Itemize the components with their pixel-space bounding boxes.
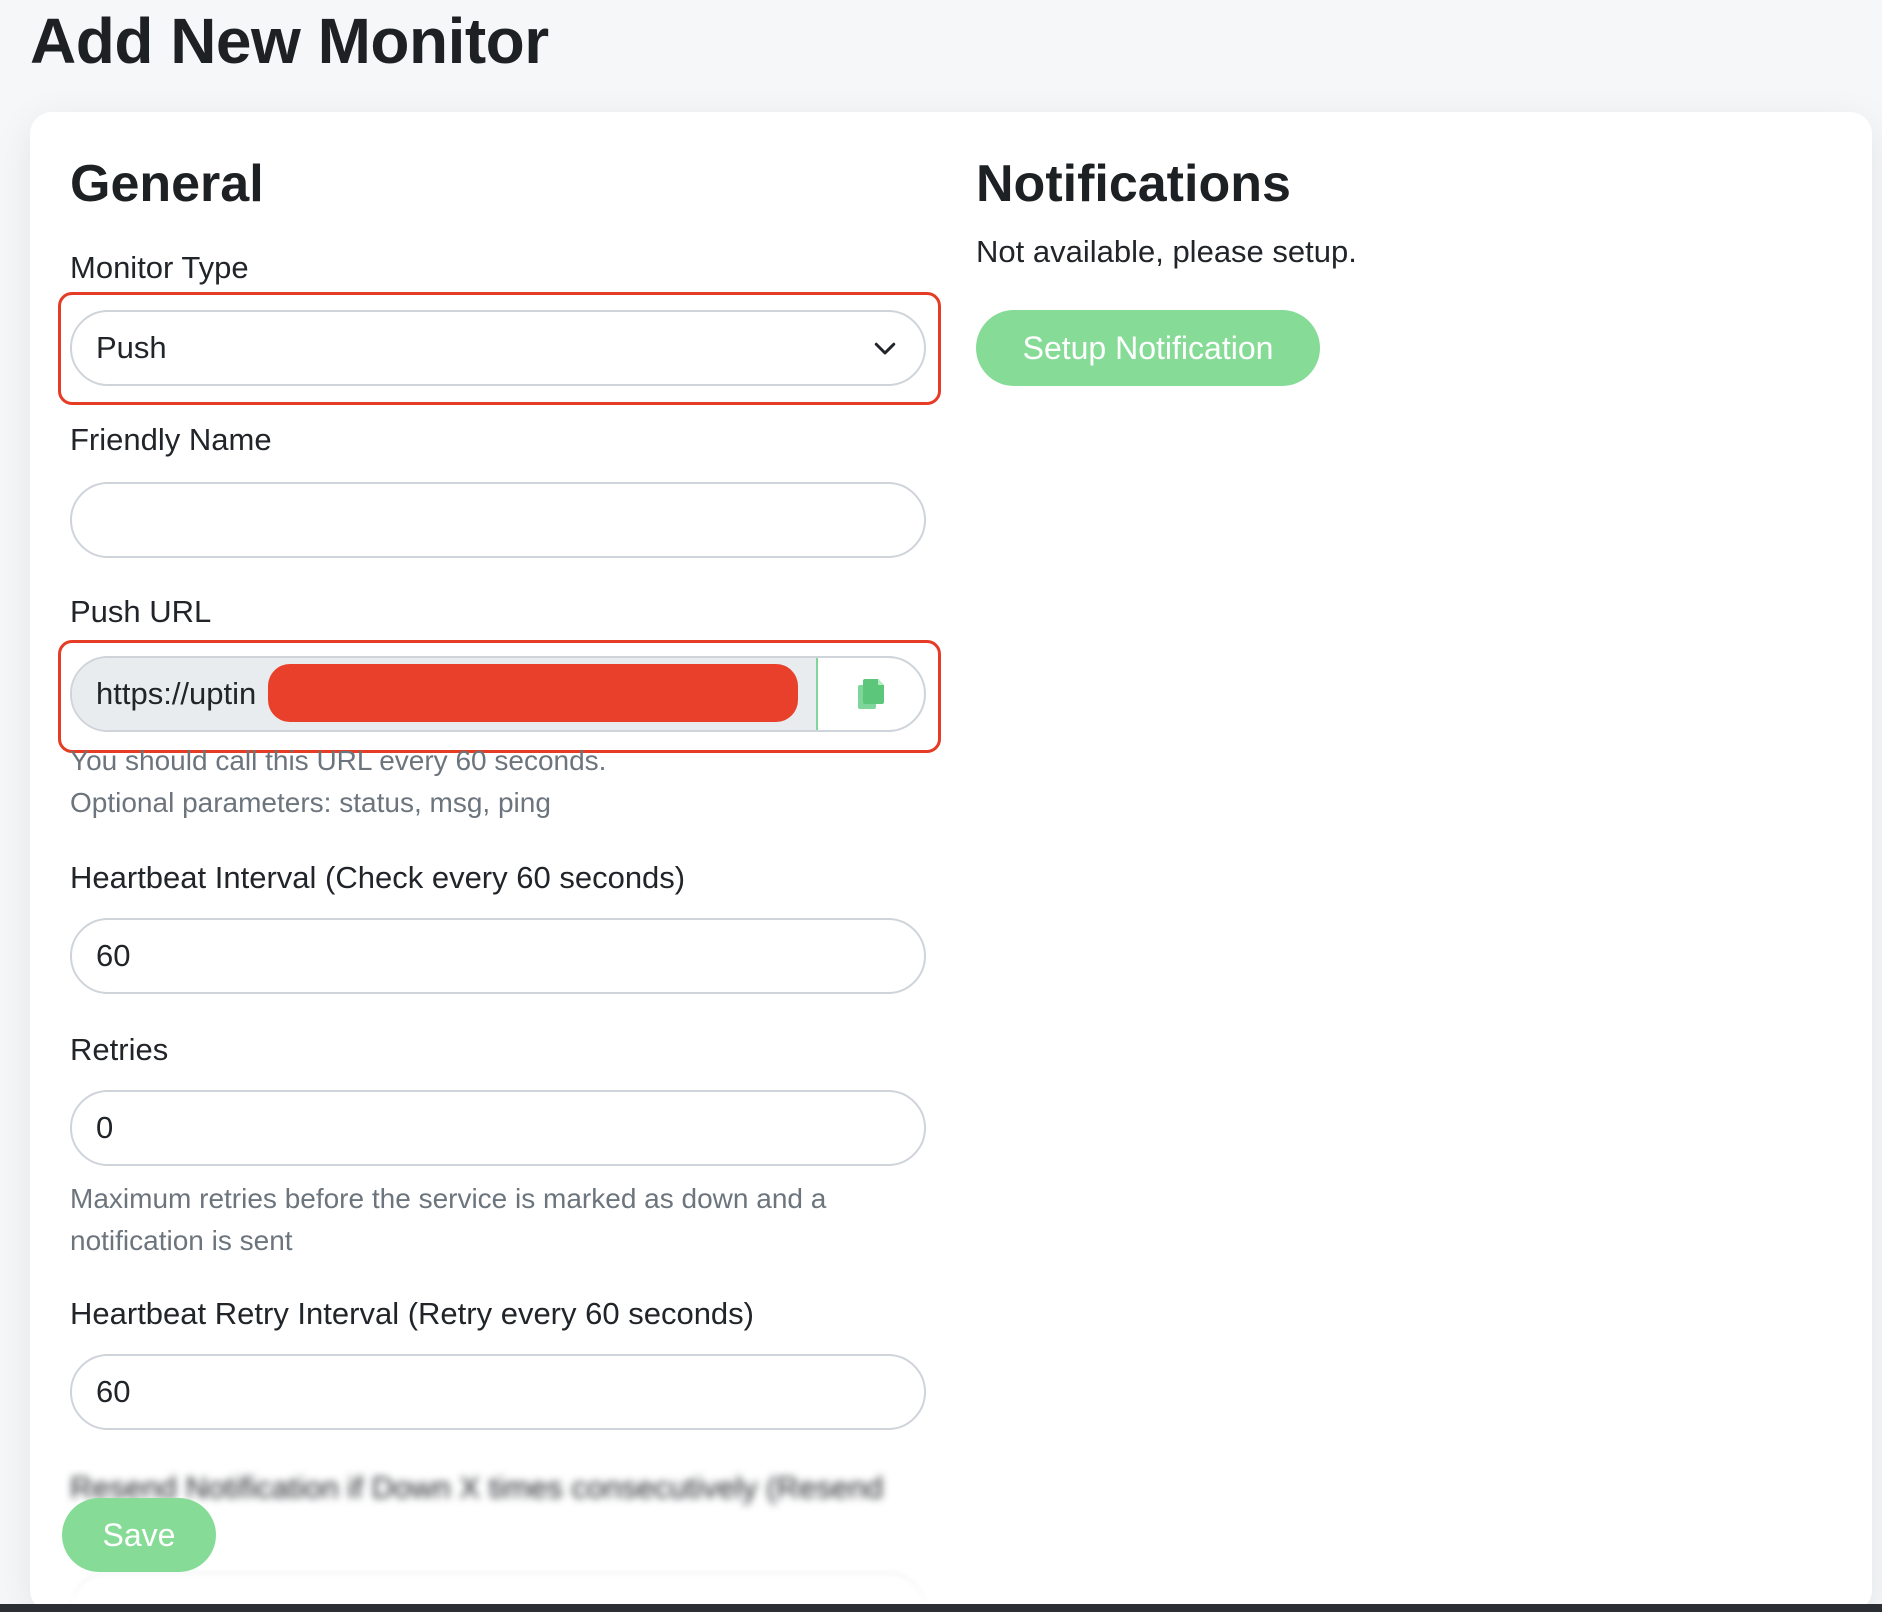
heartbeat-interval-input[interactable]: 60 <box>70 918 926 994</box>
monitor-type-label: Monitor Type <box>70 250 249 285</box>
setup-notification-button[interactable]: Setup Notification <box>976 310 1320 386</box>
monitor-type-select[interactable]: Push <box>70 310 926 386</box>
monitor-type-value: Push <box>96 330 167 365</box>
friendly-name-label: Friendly Name <box>70 422 272 457</box>
heartbeat-interval-label: Heartbeat Interval (Check every 60 secon… <box>70 860 686 895</box>
retries-help: Maximum retries before the service is ma… <box>70 1183 827 1256</box>
push-url-help-1: You should call this URL every 60 second… <box>70 745 607 776</box>
notifications-column: Notifications Not available, please setu… <box>976 112 1836 1612</box>
push-url-highlight <box>58 640 941 753</box>
retry-interval-label: Heartbeat Retry Interval (Retry every 60… <box>70 1296 754 1331</box>
retries-input[interactable]: 0 <box>70 1090 926 1166</box>
retry-interval-input[interactable]: 60 <box>70 1354 926 1430</box>
general-section-title: General <box>70 155 264 213</box>
push-url-label: Push URL <box>70 594 212 629</box>
general-column: General Monitor Type Push Friendly Name … <box>58 112 941 1612</box>
retries-label: Retries <box>70 1032 169 1067</box>
friendly-name-input[interactable] <box>70 482 926 558</box>
notifications-empty-text: Not available, please setup. <box>976 234 1357 269</box>
page-title: Add New Monitor <box>30 5 549 77</box>
notifications-section-title: Notifications <box>976 155 1291 213</box>
bottom-bar <box>0 1604 1882 1612</box>
chevron-down-icon <box>874 342 896 355</box>
save-button[interactable]: Save <box>62 1498 216 1572</box>
monitor-form-card: General Monitor Type Push Friendly Name … <box>30 112 1872 1612</box>
push-url-help-2: Optional parameters: status, msg, ping <box>70 787 551 818</box>
